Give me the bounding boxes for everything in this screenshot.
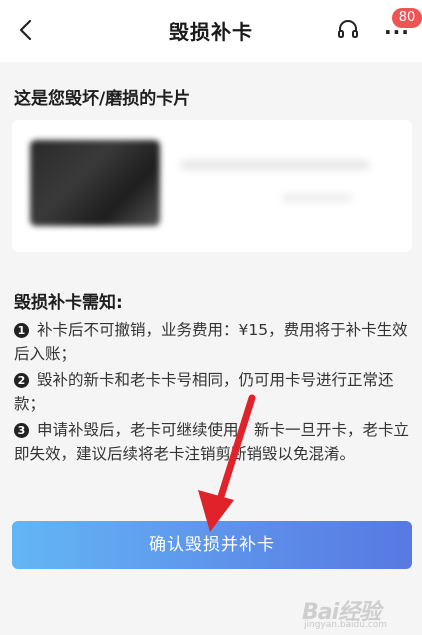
notice-item: 1 补卡后不可撤销，业务费用：¥15，费用将于补卡生效后入账； bbox=[14, 318, 410, 366]
confirm-replace-button[interactable]: 确认毁损并补卡 bbox=[12, 521, 412, 569]
card-image bbox=[30, 140, 160, 226]
number-1-icon: 1 bbox=[14, 323, 29, 338]
notice-text: 申请补毁后，老卡可继续使用，新卡一旦开卡，老卡立即失效，建议后续将老卡注销剪断销… bbox=[14, 421, 410, 463]
message-badge: 80 bbox=[392, 8, 422, 28]
notice-list: 1 补卡后不可撤销，业务费用：¥15，费用将于补卡生效后入账； 2 毁补的新卡和老卡… bbox=[14, 318, 410, 466]
notice-item: 2 毁补的新卡和老卡卡号相同，仍可用卡号进行正常还款； bbox=[14, 368, 410, 416]
card-info-blurred bbox=[180, 160, 370, 170]
notice-text: 补卡后不可撤销，业务费用：¥15，费用将于补卡生效后入账； bbox=[14, 321, 408, 363]
top-bar: 毁损补卡 ··· 80 bbox=[0, 0, 422, 62]
watermark: Bai经验 jingyan.baidu.com bbox=[302, 590, 412, 630]
card-info-blurred-secondary bbox=[282, 194, 352, 202]
card-panel bbox=[12, 120, 412, 252]
notice-item: 3 申请补毁后，老卡可继续使用，新卡一旦开卡，老卡立即失效，建议后续将老卡注销剪断… bbox=[14, 418, 410, 466]
card-section-title: 这是您毁坏/磨损的卡片 bbox=[14, 89, 191, 109]
headset-icon bbox=[338, 20, 358, 38]
number-2-icon: 2 bbox=[14, 373, 29, 388]
notice-title: 毁损补卡需知: bbox=[14, 293, 123, 313]
notice-text: 毁补的新卡和老卡卡号相同，仍可用卡号进行正常还款； bbox=[14, 371, 394, 413]
number-3-icon: 3 bbox=[14, 423, 29, 438]
watermark-url: jingyan.baidu.com bbox=[304, 620, 388, 630]
customer-service-button[interactable] bbox=[334, 16, 362, 44]
